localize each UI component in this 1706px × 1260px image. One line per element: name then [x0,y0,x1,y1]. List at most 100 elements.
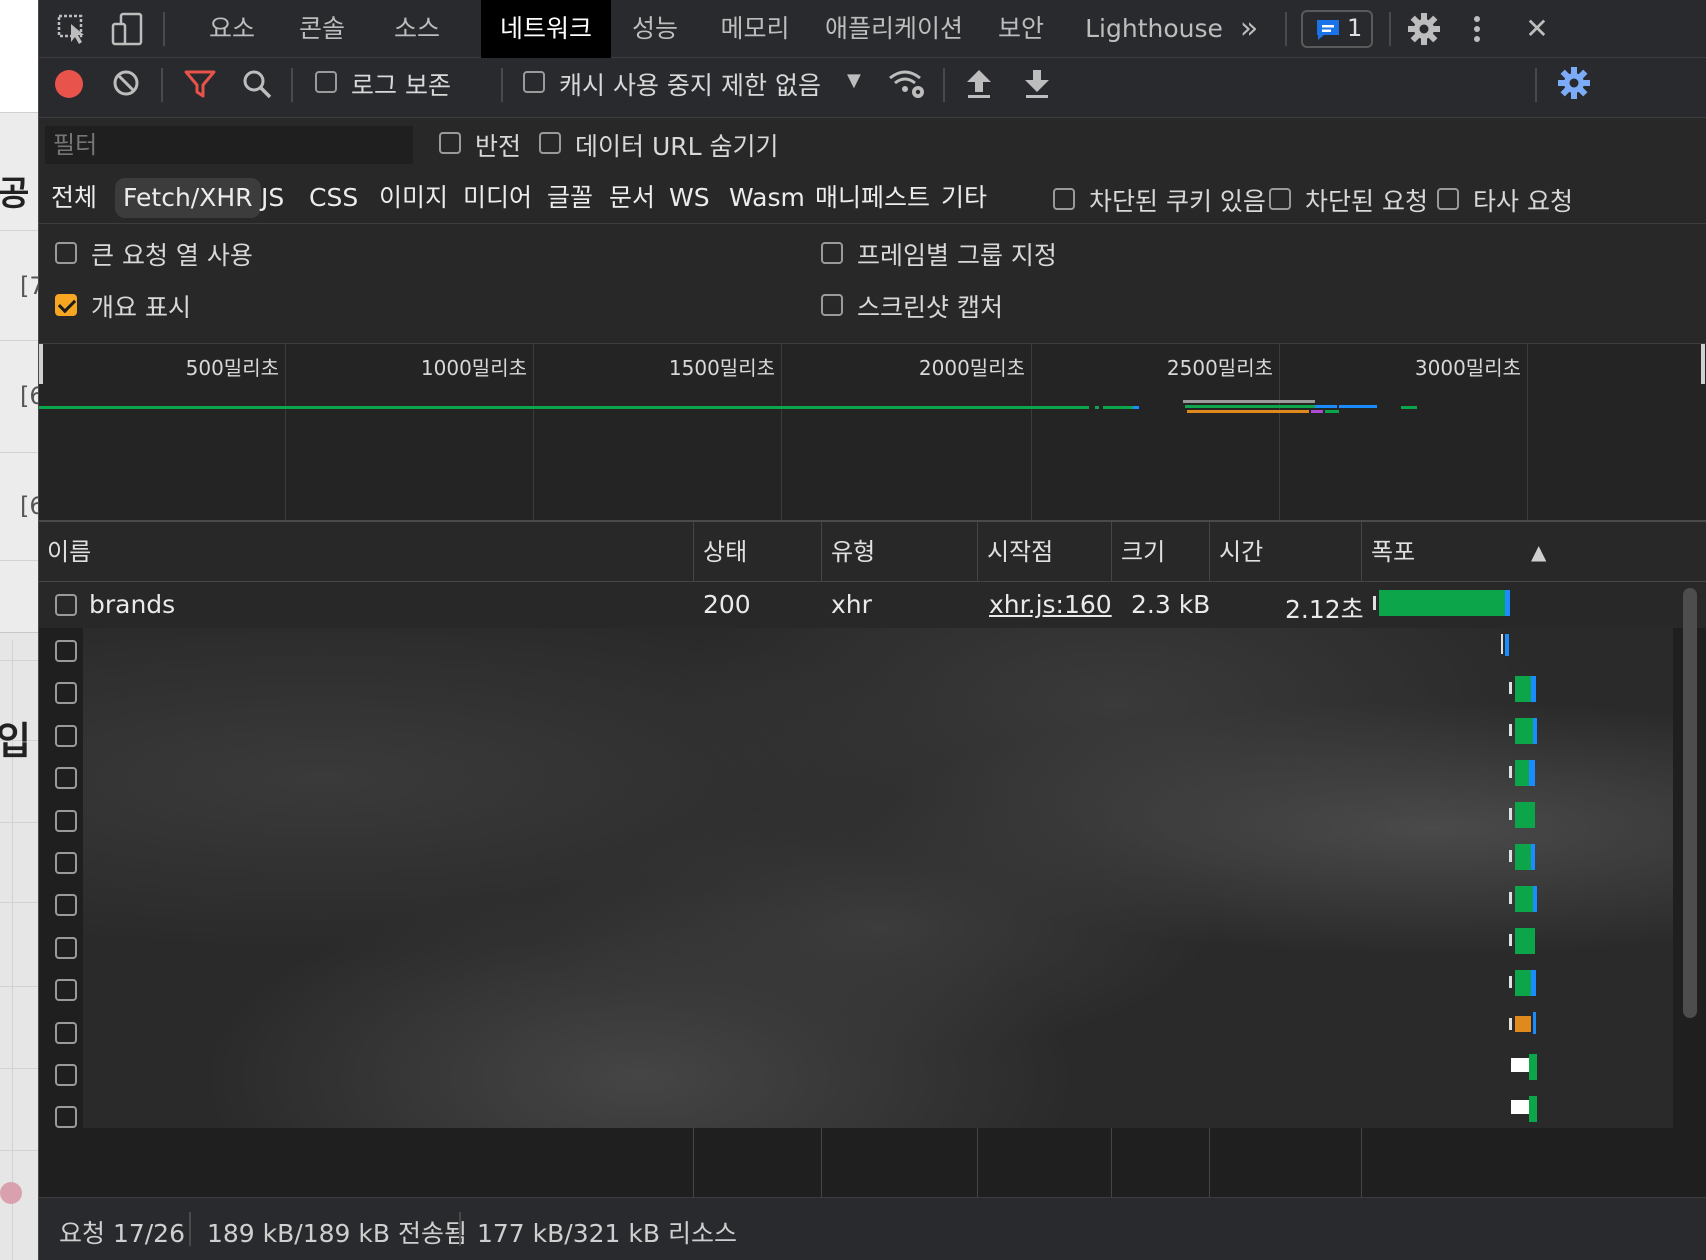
column-time[interactable]: 시간 [1211,522,1363,582]
page-text-fragment: [6 [20,382,38,410]
waterfall-bar [1531,676,1536,702]
column-waterfall[interactable]: 폭포 [1363,522,1653,582]
overview-tick: 2000밀리초 [918,356,1025,380]
waterfall-bar [1509,766,1512,778]
waterfall-bar [1509,1018,1512,1030]
type-css[interactable]: CSS [301,178,366,218]
type-other[interactable]: 기타 [933,178,995,218]
row-checkbox[interactable] [55,1064,77,1086]
preserve-log-checkbox[interactable] [315,71,337,93]
row-checkbox[interactable] [55,682,77,705]
waterfall-bar [1509,892,1512,904]
type-doc[interactable]: 문서 [601,178,663,218]
tab-memory[interactable]: 메모리 [703,0,807,58]
waterfall-bar [1515,928,1535,954]
record-icon[interactable] [55,70,83,98]
row-checkbox[interactable] [55,979,77,1002]
network-settings-pane: 큰 요청 열 사용 프레임별 그룹 지정 개요 표시 스크린샷 캡처 [39,224,1706,344]
capture-screenshots-checkbox[interactable] [821,294,843,316]
request-name[interactable]: brands [89,590,175,619]
type-fetch-xhr[interactable]: Fetch/XHR [115,178,261,218]
filter-icon[interactable] [183,68,217,100]
page-text-fragment: [7 [20,272,38,300]
row-checkbox[interactable] [55,724,77,747]
type-manifest[interactable]: 매니페스트 [807,178,938,218]
type-wasm[interactable]: Wasm [721,178,813,218]
issues-badge[interactable]: 1 [1301,10,1373,48]
type-js[interactable]: JS [253,178,292,218]
column-initiator[interactable]: 시작점 [979,522,1113,582]
hide-data-urls-checkbox[interactable] [539,132,561,154]
column-status[interactable]: 상태 [695,522,823,582]
tab-network[interactable]: 네트워크 [481,0,611,58]
more-tabs-icon[interactable]: » [1229,0,1269,58]
type-font[interactable]: 글꼴 [539,178,601,218]
close-devtools-icon[interactable]: ✕ [1517,0,1557,58]
request-table-body: brands 200 xhr xhr.js:160 2.3 kB 2.12초 [39,582,1706,1197]
column-name[interactable]: 이름 [39,522,695,582]
type-image[interactable]: 이미지 [371,178,456,218]
network-overview-timeline[interactable]: 500밀리초 1000밀리초 1500밀리초 2000밀리초 2500밀리초 3… [39,344,1706,522]
network-status-bar: 요청 17/26 189 kB/189 kB 전송됨 177 kB/321 kB… [39,1197,1706,1260]
tab-elements[interactable]: 요소 [189,0,275,58]
table-row[interactable]: brands 200 xhr xhr.js:160 2.3 kB 2.12초 [39,582,1706,628]
request-count: 요청 17/26 [59,1219,185,1248]
row-checkbox[interactable] [55,594,77,616]
request-time: 2.12초 [1285,595,1364,624]
invert-checkbox[interactable] [439,132,461,154]
overview-bar [1339,405,1377,408]
tab-performance[interactable]: 성능 [615,0,695,58]
show-overview-label: 개요 표시 [91,293,191,322]
blocked-requests-checkbox[interactable] [1269,188,1291,210]
row-checkbox[interactable] [55,1106,77,1129]
show-overview-checkbox[interactable] [55,294,77,316]
more-options-icon[interactable] [1471,14,1483,44]
row-checkbox[interactable] [55,640,77,662]
big-rows-checkbox[interactable] [55,242,77,264]
waterfall-bar [1515,676,1531,702]
clear-icon[interactable] [111,68,141,98]
overview-handle-left[interactable] [39,344,43,384]
tab-lighthouse[interactable]: Lighthouse [1079,0,1229,58]
type-media[interactable]: 미디어 [455,178,540,218]
tab-console[interactable]: 콘솔 [279,0,365,58]
type-all[interactable]: 전체 [43,178,105,218]
tab-sources[interactable]: 소스 [369,0,465,58]
row-checkbox[interactable] [55,809,77,832]
overview-bar [1183,400,1315,403]
throttling-select[interactable]: 제한 없음 [721,66,821,102]
row-checkbox[interactable] [55,1021,77,1044]
overview-bar [1095,406,1099,409]
tab-application[interactable]: 애플리케이션 [819,0,969,58]
network-conditions-icon[interactable] [887,66,927,100]
network-settings-gear-icon[interactable] [1557,66,1591,100]
tab-security[interactable]: 보안 [973,0,1069,58]
page-marker-dot [0,1182,22,1204]
type-ws[interactable]: WS [661,178,718,218]
row-checkbox[interactable] [55,936,77,959]
row-checkbox[interactable] [55,852,77,874]
sort-ascending-icon[interactable]: ▲ [1523,522,1563,582]
row-checkbox[interactable] [55,767,77,790]
column-size[interactable]: 크기 [1113,522,1211,582]
table-scrollbar-thumb[interactable] [1683,588,1697,1018]
filter-input[interactable] [45,126,413,164]
element-picker-icon[interactable] [57,14,91,44]
row-checkbox[interactable] [55,894,77,917]
device-toolbar-icon[interactable] [111,12,145,46]
message-icon [1315,18,1341,42]
resource-size: 177 kB/321 kB 리소스 [477,1219,737,1248]
third-party-checkbox[interactable] [1437,188,1459,210]
overview-bar [1133,406,1139,409]
export-har-icon[interactable] [1023,68,1051,100]
blocked-cookies-checkbox[interactable] [1053,188,1075,210]
request-initiator-link[interactable]: xhr.js:160 [989,590,1112,619]
import-har-icon[interactable] [965,68,993,100]
search-icon[interactable] [241,68,273,100]
disable-cache-checkbox[interactable] [523,71,545,93]
overview-handle-right[interactable] [1701,344,1705,384]
throttling-dropdown-icon[interactable]: ▼ [847,70,861,91]
column-type[interactable]: 유형 [823,522,979,582]
settings-gear-icon[interactable] [1407,12,1441,46]
group-by-frame-checkbox[interactable] [821,242,843,264]
